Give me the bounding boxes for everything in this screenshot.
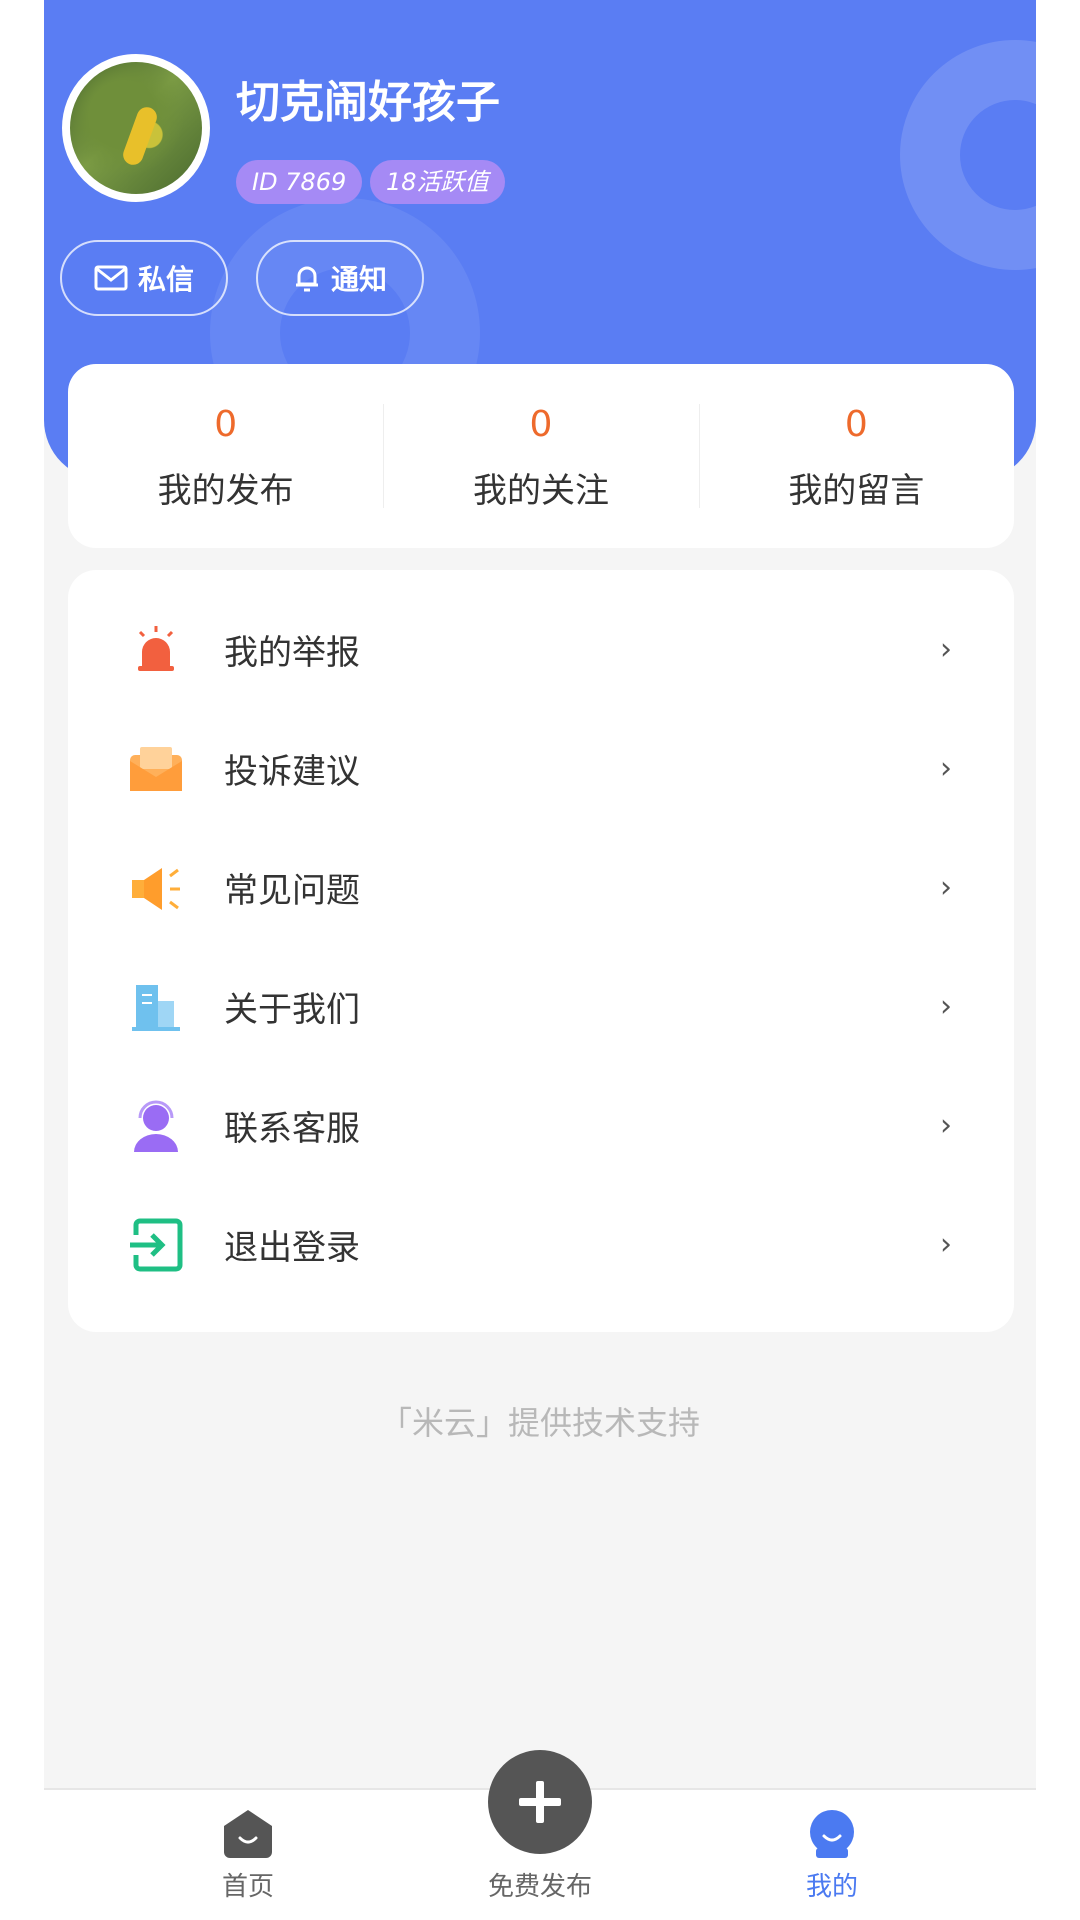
tab-home-label: 首页 (221, 1872, 274, 1902)
stat-label: 我的留言 (788, 470, 925, 511)
customer-service-icon (134, 1100, 178, 1152)
tab-post-label: 免费发布 (487, 1872, 592, 1902)
megaphone-icon (132, 867, 180, 910)
tab-mine[interactable]: 我的 (732, 1808, 932, 1903)
notification-button[interactable]: 通知 (256, 240, 424, 316)
user-face-icon (810, 1810, 854, 1858)
stat-value: 0 (214, 403, 238, 445)
stat-label: 我的发布 (157, 470, 294, 511)
tab-mine-label: 我的 (805, 1872, 858, 1902)
plus-icon (519, 1781, 561, 1823)
stat-value: 0 (844, 403, 868, 445)
tech-support-text: 「米云」提供技术支持 (379, 1404, 700, 1442)
stats-card: 0 我的发布 0 我的关注 0 我的留言 (68, 364, 1014, 548)
chevron-right-icon: › (940, 989, 952, 1024)
stat-label: 我的关注 (472, 470, 609, 511)
tab-home[interactable]: 首页 (148, 1808, 348, 1903)
notification-label: 通知 (330, 263, 387, 296)
bell-icon (295, 266, 318, 292)
menu-card: 我的举报 › 投诉建议 › 常见问题 › 关于我们 › 联系客服 › 退出登录 … (68, 570, 1014, 1332)
envelope-icon (130, 746, 182, 791)
menu-item-faq[interactable]: 常见问题 › (68, 828, 1014, 947)
menu-label: 关于我们 (224, 990, 360, 1030)
menu-item-contact-support[interactable]: 联系客服 › (68, 1066, 1014, 1185)
chevron-right-icon: › (940, 751, 952, 786)
menu-label: 投诉建议 (224, 752, 360, 792)
building-icon (132, 984, 180, 1031)
chevron-right-icon: › (940, 1227, 952, 1262)
menu-label: 联系客服 (224, 1109, 360, 1149)
post-button[interactable] (488, 1750, 592, 1854)
menu-item-complaints[interactable]: 投诉建议 › (68, 709, 1014, 828)
private-message-button[interactable]: 私信 (60, 240, 228, 316)
menu-item-about-us[interactable]: 关于我们 › (68, 947, 1014, 1066)
activity-badge: 18活跃值 (370, 160, 505, 204)
stat-my-posts[interactable]: 0 我的发布 (68, 364, 383, 548)
avatar[interactable] (62, 54, 210, 202)
decor-ring (900, 40, 1036, 270)
menu-item-my-reports[interactable]: 我的举报 › (68, 590, 1014, 709)
chevron-right-icon: › (940, 1108, 952, 1143)
alarm-icon (138, 625, 174, 671)
stat-my-comments[interactable]: 0 我的留言 (698, 364, 1014, 548)
avatar-photo-detail (120, 104, 160, 168)
chevron-right-icon: › (940, 870, 952, 905)
stat-value: 0 (529, 403, 553, 445)
stat-my-follows[interactable]: 0 我的关注 (383, 364, 698, 548)
menu-label: 我的举报 (224, 633, 360, 673)
menu-item-logout[interactable]: 退出登录 › (68, 1185, 1014, 1304)
tab-free-post[interactable]: 免费发布 (440, 1750, 640, 1903)
username: 切克闹好孩子 (236, 77, 500, 128)
chevron-right-icon: › (940, 632, 952, 667)
home-icon (224, 1810, 272, 1858)
user-id-badge: ID 7869 (236, 160, 363, 204)
private-message-label: 私信 (137, 263, 194, 296)
menu-label: 常见问题 (224, 871, 360, 911)
logout-icon (130, 1218, 183, 1271)
menu-label: 退出登录 (224, 1228, 360, 1268)
mail-icon (94, 265, 128, 291)
profile-page: 切克闹好孩子 ID 7869 18活跃值 私信 通知 0 我的发布 0 我的关注… (44, 0, 1036, 1920)
